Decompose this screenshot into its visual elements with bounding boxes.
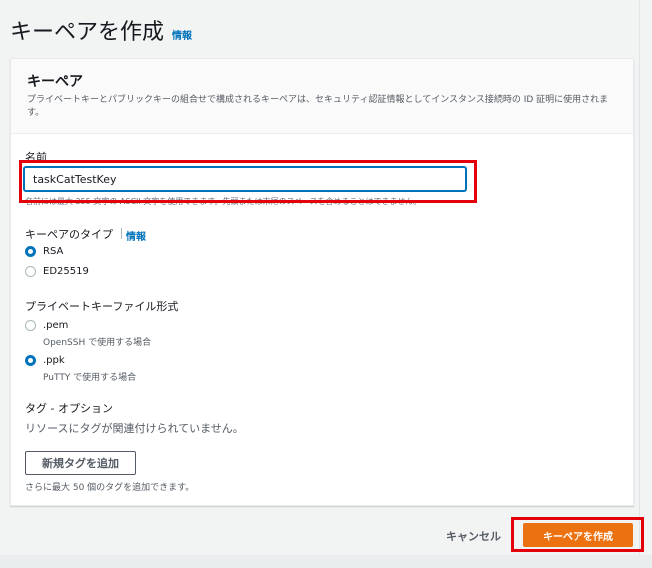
- key-type-info-link[interactable]: 情報: [126, 228, 146, 243]
- card-title: キーペア: [27, 74, 83, 90]
- add-tag-button[interactable]: 新規タグを追加: [25, 451, 136, 475]
- radio-pem-button[interactable]: [25, 320, 36, 331]
- card-description: プライベートキーとパブリックキーの組合せで構成されるキーペアは、セキュリティ認証…: [27, 95, 609, 118]
- tags-label: タグ - オプション: [25, 402, 113, 415]
- radio-ed25519-label: ED25519: [43, 266, 89, 277]
- page-info-link[interactable]: 情報: [172, 27, 192, 42]
- radio-pem[interactable]: .pem: [25, 320, 68, 331]
- tags-limit-text: さらに最大 50 個のタグを追加できます。: [25, 483, 195, 493]
- key-type-divider: [121, 228, 122, 239]
- key-pair-card: キーペア プライベートキーとパブリックキーの組合せで構成されるキーペアは、セキュ…: [10, 58, 634, 506]
- key-type-label: キーペアのタイプ: [25, 228, 113, 241]
- cancel-button[interactable]: キャンセル: [446, 528, 501, 544]
- radio-rsa-label: RSA: [43, 246, 64, 257]
- page-title: キーペアを作成: [10, 20, 165, 45]
- card-header: キーペア プライベートキーとパブリックキーの組合せで構成されるキーペアは、セキュ…: [11, 59, 633, 134]
- radio-ppk-button[interactable]: [25, 355, 36, 366]
- radio-ed25519-button[interactable]: [25, 266, 36, 277]
- radio-ppk[interactable]: .ppk: [25, 355, 65, 366]
- bottom-bar: [0, 555, 652, 568]
- create-button-highlight: [511, 517, 644, 552]
- page-header: キーペアを作成 情報: [10, 14, 192, 46]
- radio-pem-label: .pem: [43, 320, 69, 331]
- radio-ppk-label: .ppk: [43, 355, 65, 366]
- tags-empty-text: リソースにタグが関連付けられていません。: [25, 422, 244, 435]
- radio-rsa[interactable]: RSA: [25, 246, 63, 257]
- radio-rsa-button[interactable]: [25, 246, 36, 257]
- file-format-label: プライベートキーファイル形式: [25, 300, 179, 313]
- radio-ed25519[interactable]: ED25519: [25, 266, 89, 277]
- radio-pem-description: OpenSSH で使用する場合: [43, 338, 152, 348]
- radio-ppk-description: PuTTY で使用する場合: [43, 373, 137, 383]
- name-input-highlight: [19, 160, 477, 203]
- right-edge-divider: [639, 0, 640, 555]
